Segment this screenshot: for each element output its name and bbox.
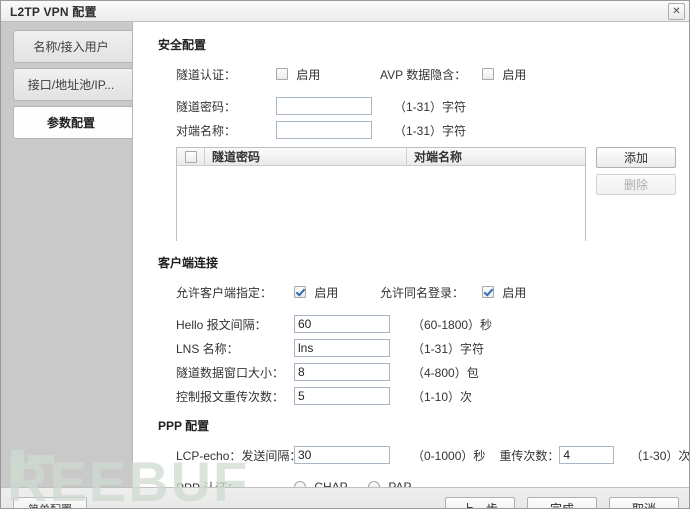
close-icon[interactable]: ✕ <box>668 3 685 20</box>
tunnel-password-row: 隧道密码： （1-31）字符 <box>158 95 689 117</box>
control-retrans-label: 控制报文重传次数： <box>176 389 285 404</box>
allow-same-name-label: 允许同名登录： <box>380 285 465 300</box>
tunnel-password-hint: （1-31）字符 <box>394 99 467 114</box>
peer-name-row: 对端名称： （1-31）字符 <box>158 119 689 141</box>
add-button[interactable]: 添加 <box>596 147 676 168</box>
watermark-bar-icon <box>11 450 24 480</box>
l2tp-vpn-config-window: L2TP VPN 配置 ✕ 名称/接入用户 接口/地址池/IP... 参数配置 … <box>0 0 690 509</box>
control-retrans-hint: （1-10）次 <box>412 389 473 404</box>
tunnel-table-block: 隧道密码 对端名称 添加 删除 <box>176 147 689 242</box>
ppp-auth-chap-label: CHAP <box>314 480 347 487</box>
lns-name-hint: （1-31）字符 <box>412 341 485 356</box>
ppp-auth-pap-label: PAP <box>388 480 411 487</box>
ppp-retrans-hint: （1-30）次 <box>630 448 690 463</box>
content-panel: 安全配置 隧道认证： 启用 AVP 数据隐含： 启用 隧道密码： （1-31）字… <box>132 22 690 488</box>
control-retrans-row: 控制报文重传次数： （1-10）次 <box>158 385 689 407</box>
ppp-retrans-label: 重传次数： <box>499 448 560 463</box>
titlebar: L2TP VPN 配置 ✕ <box>1 1 689 22</box>
tunnel-table: 隧道密码 对端名称 <box>176 147 586 242</box>
table-body <box>177 166 585 242</box>
allow-client-row: 允许客户端指定： 启用 允许同名登录： 启用 <box>158 281 689 303</box>
allow-same-name-enable-label: 启用 <box>502 285 527 300</box>
security-section-title: 安全配置 <box>158 38 207 52</box>
sidebar: 名称/接入用户 接口/地址池/IP... 参数配置 <box>1 22 132 487</box>
table-column-header-peer: 对端名称 <box>414 150 463 164</box>
watermark-bar2-icon <box>28 455 54 464</box>
client-section-title: 客户端连接 <box>158 256 219 270</box>
sidebar-item-parameters[interactable]: 参数配置 <box>13 106 132 139</box>
sidebar-item-interface-pool-ip[interactable]: 接口/地址池/IP... <box>13 68 132 101</box>
lcp-echo-input[interactable] <box>294 446 390 464</box>
tunnel-window-input[interactable] <box>294 363 390 381</box>
hello-interval-input[interactable] <box>294 315 390 333</box>
sidebar-item-label: 参数配置 <box>46 116 95 130</box>
ppp-auth-label: PPP 认证： <box>158 479 294 488</box>
peer-name-input[interactable] <box>276 121 372 139</box>
tunnel-auth-row: 隧道认证： 启用 AVP 数据隐含： 启用 <box>158 63 689 85</box>
finish-button[interactable]: 完成 <box>527 497 597 508</box>
tunnel-window-hint: （4-800）包 <box>412 365 479 380</box>
footer-bar: 简单配置 上一步 完成 取消 <box>1 487 689 508</box>
avp-label: AVP 数据隐含： <box>380 67 467 82</box>
previous-button[interactable]: 上一步 <box>445 497 515 508</box>
hello-interval-label: Hello 报文间隔： <box>176 317 267 332</box>
window-title: L2TP VPN 配置 <box>10 4 97 19</box>
tunnel-window-label: 隧道数据窗口大小： <box>176 365 285 380</box>
hello-interval-hint: （60-1800）秒 <box>412 317 493 332</box>
delete-button[interactable]: 删除 <box>596 174 676 195</box>
close-glyph: ✕ <box>672 5 681 17</box>
allow-client-enable-label: 启用 <box>314 285 339 300</box>
tunnel-auth-checkbox[interactable] <box>276 68 288 80</box>
allow-client-label: 允许客户端指定： <box>176 285 273 300</box>
lns-name-row: LNS 名称： （1-31）字符 <box>158 337 689 359</box>
lns-name-input[interactable] <box>294 339 390 357</box>
hello-interval-row: Hello 报文间隔： （60-1800）秒 <box>158 313 689 335</box>
tunnel-password-input[interactable] <box>276 97 372 115</box>
lcp-echo-row: LCP-echo：发送间隔： （0-1000）秒 重传次数： （1-30）次 <box>158 444 690 466</box>
tunnel-auth-label: 隧道认证： <box>176 67 237 82</box>
table-buttons: 添加 删除 <box>596 147 676 241</box>
control-retrans-input[interactable] <box>294 387 390 405</box>
sidebar-item-label: 名称/接入用户 <box>33 40 109 54</box>
peer-name-label: 对端名称： <box>176 123 237 138</box>
table-column-header-password: 隧道密码 <box>205 148 407 165</box>
tunnel-password-label: 隧道密码： <box>176 99 237 114</box>
peer-name-hint: （1-31）字符 <box>394 123 467 138</box>
lcp-echo-hint: （0-1000）秒 <box>412 448 486 463</box>
avp-checkbox[interactable] <box>482 68 494 80</box>
allow-client-checkbox[interactable] <box>294 286 306 298</box>
allow-same-name-checkbox[interactable] <box>482 286 494 298</box>
simple-config-button[interactable]: 简单配置 <box>13 497 87 508</box>
avp-enable-label: 启用 <box>502 67 527 82</box>
body-area: 名称/接入用户 接口/地址池/IP... 参数配置 安全配置 隧道认证： 启用 <box>1 22 689 487</box>
table-header-row: 隧道密码 对端名称 <box>177 148 585 166</box>
tunnel-window-row: 隧道数据窗口大小： （4-800）包 <box>158 361 689 383</box>
select-all-checkbox[interactable] <box>184 150 197 163</box>
lns-name-label: LNS 名称： <box>176 341 239 356</box>
ppp-retrans-input[interactable] <box>559 446 615 464</box>
ppp-section-title: PPP 配置 <box>158 419 210 433</box>
sidebar-item-name-users[interactable]: 名称/接入用户 <box>13 30 132 63</box>
lcp-echo-label: LCP-echo：发送间隔： <box>176 448 302 463</box>
tunnel-auth-enable-label: 启用 <box>296 67 321 82</box>
sidebar-item-label: 接口/地址池/IP... <box>27 78 115 92</box>
ppp-auth-row: PPP 认证： CHAP PAP <box>158 476 689 488</box>
select-all-cell <box>177 148 205 165</box>
cancel-button[interactable]: 取消 <box>609 497 679 508</box>
